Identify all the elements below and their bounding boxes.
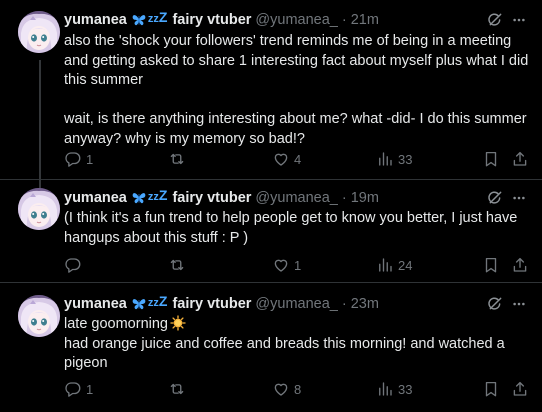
separator-dot: ·	[341, 190, 347, 206]
views-button[interactable]: 33	[376, 149, 412, 169]
author-name[interactable]: yumanea	[64, 188, 127, 208]
separator-dot: ·	[341, 12, 347, 28]
bookmark-button[interactable]	[482, 149, 500, 169]
reply-icon	[64, 150, 82, 168]
reply-icon	[64, 380, 82, 398]
grok-icon[interactable]	[487, 190, 503, 206]
avatar[interactable]	[18, 188, 60, 230]
views-button[interactable]: 33	[376, 379, 412, 399]
tweet-timestamp[interactable]: 19m	[351, 188, 379, 208]
like-button[interactable]: 4	[272, 149, 301, 169]
repost-button[interactable]	[168, 149, 190, 169]
grok-icon[interactable]	[487, 12, 503, 28]
tweet-actions: 1 8 33	[0, 379, 542, 399]
tweet-timestamp[interactable]: 23m	[351, 294, 379, 314]
tweet[interactable]: yumanea zzZ fairy vtuber @yumanea_ · 19m…	[0, 180, 542, 283]
author-title[interactable]: fairy vtuber	[172, 294, 251, 314]
views-count: 24	[398, 257, 413, 273]
tweet-text: also the 'shock your followers' trend re…	[64, 33, 529, 147]
butterfly-icon	[131, 296, 147, 312]
tweet-text-line: late goomorning	[64, 316, 168, 332]
author-handle[interactable]: @yumanea_	[255, 188, 337, 208]
tweet[interactable]: yumanea zzZ fairy vtuber @yumanea_ · 23m…	[0, 283, 542, 412]
repost-button[interactable]	[168, 255, 190, 275]
share-icon	[511, 150, 529, 168]
views-count: 33	[398, 151, 413, 167]
tweet-timestamp[interactable]: 21m	[351, 10, 379, 30]
grok-icon[interactable]	[487, 296, 503, 312]
more-options-icon[interactable]	[512, 191, 526, 205]
heart-icon	[272, 380, 290, 398]
like-count: 4	[294, 151, 302, 167]
author-handle[interactable]: @yumanea_	[255, 294, 337, 314]
bookmark-button[interactable]	[482, 255, 500, 275]
more-options-icon[interactable]	[512, 13, 526, 27]
butterfly-icon	[131, 190, 147, 206]
share-icon	[511, 256, 529, 274]
name-decoration: zzZ	[131, 292, 168, 312]
tweet-text: late goomorning had orange juice and cof…	[64, 315, 532, 374]
tweet-header: yumanea zzZ fairy vtuber @yumanea_ · 21m	[64, 10, 379, 30]
author-name[interactable]: yumanea	[64, 294, 127, 314]
repost-button[interactable]	[168, 379, 190, 399]
avatar[interactable]	[18, 295, 60, 337]
bookmark-icon	[482, 150, 500, 168]
repost-icon	[168, 256, 186, 274]
name-decoration: zzZ	[131, 186, 168, 206]
share-button[interactable]	[511, 379, 529, 399]
bookmark-icon	[482, 256, 500, 274]
butterfly-icon	[131, 12, 147, 28]
reply-button[interactable]: 1	[64, 149, 93, 169]
like-count: 8	[294, 381, 302, 397]
sleep-zz-icon: zzZ	[147, 186, 168, 203]
separator-dot: ·	[341, 296, 347, 312]
heart-icon	[272, 150, 290, 168]
reply-button[interactable]	[64, 255, 86, 275]
tweet-text-line: had orange juice and coffee and breads t…	[64, 335, 509, 372]
sun-icon	[170, 315, 186, 331]
author-name[interactable]: yumanea	[64, 10, 127, 30]
like-count: 1	[294, 257, 302, 273]
reply-button[interactable]: 1	[64, 379, 93, 399]
share-button[interactable]	[511, 255, 529, 275]
tweet-header: yumanea zzZ fairy vtuber @yumanea_ · 19m	[64, 188, 379, 208]
author-title[interactable]: fairy vtuber	[172, 10, 251, 30]
views-button[interactable]: 24	[376, 255, 412, 275]
like-button[interactable]: 8	[272, 379, 301, 399]
views-icon	[376, 256, 394, 274]
name-decoration: zzZ	[131, 8, 168, 28]
repost-icon	[168, 150, 186, 168]
thread-connector	[39, 180, 41, 188]
reply-count: 1	[86, 151, 94, 167]
tweet[interactable]: yumanea zzZ fairy vtuber @yumanea_ · 21m…	[0, 0, 542, 180]
reply-count: 1	[86, 381, 94, 397]
views-icon	[376, 150, 394, 168]
views-count: 33	[398, 381, 413, 397]
like-button[interactable]: 1	[272, 255, 301, 275]
bookmark-button[interactable]	[482, 379, 500, 399]
heart-icon	[272, 256, 290, 274]
tweet-header: yumanea zzZ fairy vtuber @yumanea_ · 23m	[64, 294, 379, 314]
bookmark-icon	[482, 380, 500, 398]
share-button[interactable]	[511, 149, 529, 169]
sleep-zz-icon: zzZ	[147, 292, 168, 309]
more-options-icon[interactable]	[512, 297, 526, 311]
author-handle[interactable]: @yumanea_	[255, 10, 337, 30]
reply-icon	[64, 256, 82, 274]
tweet-actions: 1 4 33	[0, 149, 542, 169]
tweet-actions: 1 24	[0, 255, 542, 275]
avatar[interactable]	[18, 11, 60, 53]
share-icon	[511, 380, 529, 398]
views-icon	[376, 380, 394, 398]
sleep-zz-icon: zzZ	[147, 8, 168, 25]
repost-icon	[168, 380, 186, 398]
tweet-text: (I think it's a fun trend to help people…	[64, 210, 522, 246]
author-title[interactable]: fairy vtuber	[172, 188, 251, 208]
